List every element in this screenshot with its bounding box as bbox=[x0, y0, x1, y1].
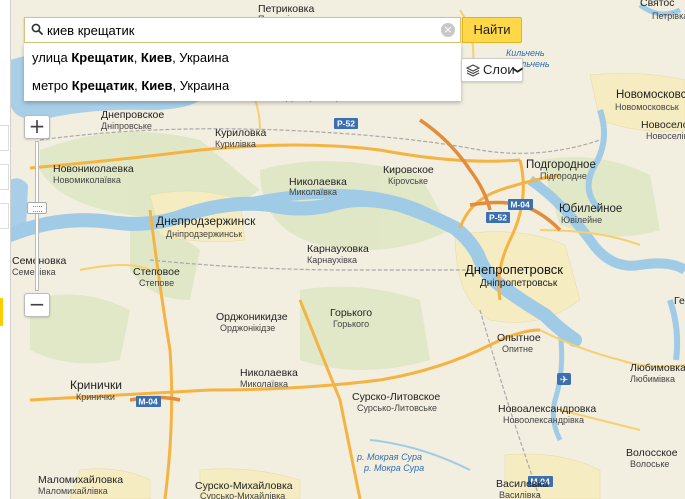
place-label: Василевка bbox=[496, 478, 548, 490]
place-label: Новоалександровка bbox=[498, 403, 596, 415]
river-label: Кильчень bbox=[506, 48, 545, 58]
city-label-uk: Дніпродзержинськ bbox=[166, 229, 242, 239]
route-shield-label: Р-52 bbox=[489, 213, 507, 223]
airplane-icon: ✈ bbox=[560, 375, 568, 386]
place-label-uk: Карнаухівка bbox=[307, 255, 357, 265]
place-label-uk: Дніпровське bbox=[101, 121, 152, 131]
place-label: Степовое bbox=[133, 266, 180, 278]
place-label-uk: Любимівка bbox=[630, 374, 675, 384]
left-panel-edge[interactable] bbox=[0, 0, 11, 499]
suggestion-suffix: , Украина bbox=[172, 50, 229, 65]
city-label: Днепродзержинск bbox=[156, 214, 256, 228]
place-label-partial: Ге bbox=[674, 295, 685, 307]
city-label-uk: Дніпропетровськ bbox=[480, 278, 558, 289]
search-icon bbox=[31, 23, 43, 35]
suggestion-prefix: метро bbox=[32, 78, 72, 93]
chevron-down-icon: ❯ bbox=[512, 65, 524, 75]
close-icon: × bbox=[443, 23, 453, 36]
place-label-uk: Василівка bbox=[499, 490, 541, 499]
place-label: Волосское bbox=[626, 447, 678, 459]
place-label: Опытное bbox=[497, 332, 541, 344]
place-label: Любимовка bbox=[630, 362, 685, 374]
place-label-uk: Волоське bbox=[630, 459, 669, 469]
place-label-uk: Маломихайлівка bbox=[38, 486, 108, 496]
suggestion-item[interactable]: метро Крещатик, Киев, Украина bbox=[32, 78, 229, 93]
river-label: р. Мокрая Сура bbox=[356, 452, 422, 462]
route-shield-label: М-04 bbox=[510, 200, 530, 210]
place-label-uk: Опитне bbox=[502, 344, 533, 354]
place-label-uk: Курилівка bbox=[215, 139, 256, 149]
city-label-uk: Новомосковськ bbox=[615, 102, 679, 112]
suggestion-item[interactable]: улица Крещатик, Киев, Украина bbox=[32, 50, 229, 65]
place-label-partial: Новоселовка bbox=[641, 119, 685, 131]
layers-button[interactable]: Слои ❯ bbox=[461, 58, 523, 82]
place-label: Маломихайловка bbox=[38, 474, 123, 486]
place-label-uk: Горького bbox=[333, 319, 369, 329]
place-label-uk: Степове bbox=[139, 278, 174, 288]
place-label: Днепровское bbox=[101, 109, 164, 121]
place-label-partial: Новоселівка bbox=[646, 131, 685, 141]
place-label-uk: Миколаївка bbox=[240, 379, 288, 389]
place-label: Горького bbox=[330, 307, 372, 319]
city-label: Днепропетровск bbox=[465, 262, 563, 277]
place-label-uk: Новомиколаївка bbox=[53, 175, 121, 185]
place-label: Сурско-Литовское bbox=[352, 391, 440, 403]
minus-icon: − bbox=[28, 292, 46, 316]
suggestion-match: Крещатик bbox=[71, 78, 135, 93]
place-label: Куриловка bbox=[215, 127, 266, 139]
place-label: Семеновка bbox=[12, 255, 67, 267]
layers-icon bbox=[466, 64, 480, 77]
city-label: Новомосковск bbox=[616, 89, 685, 101]
place-label-uk: Кринички bbox=[76, 392, 115, 402]
plus-icon: + bbox=[28, 114, 46, 138]
place-label-uk: Ювілейне bbox=[561, 215, 602, 225]
clear-search-button[interactable]: × bbox=[441, 23, 455, 37]
suggestion-sep: , bbox=[133, 50, 141, 65]
suggestion-match: Крещатик bbox=[71, 50, 134, 65]
suggestion-match: Киев bbox=[140, 50, 173, 65]
place-label: Кринички bbox=[70, 378, 122, 392]
place-label-uk: Сурсько-Литовське bbox=[357, 403, 437, 413]
zoom-in-button[interactable]: + bbox=[24, 115, 50, 139]
place-label-uk: Кірovське bbox=[388, 176, 428, 186]
zoom-slider-track[interactable] bbox=[35, 141, 39, 291]
place-label: Новониколаевка bbox=[53, 163, 134, 175]
left-panel-tab[interactable] bbox=[0, 125, 9, 151]
zoom-out-button[interactable]: − bbox=[24, 293, 50, 317]
place-label-uk: Миколаївка bbox=[289, 187, 337, 197]
zoom-slider-handle[interactable] bbox=[27, 202, 47, 214]
find-button[interactable]: Найти bbox=[462, 17, 522, 43]
place-label-uk: Сурсько-Михайлівка bbox=[200, 491, 285, 499]
place-label: Кировское bbox=[383, 164, 434, 176]
place-label-uk: Новоолександрівка bbox=[503, 415, 584, 425]
place-label-partial: Петрівка bbox=[652, 11, 685, 21]
place-label-uk: Орджонікідзе bbox=[220, 323, 275, 333]
search-box[interactable]: × bbox=[24, 17, 461, 43]
place-label: Юбилейное bbox=[559, 203, 622, 215]
place-label: Карнауховка bbox=[307, 243, 369, 255]
suggestion-suffix: , Украина bbox=[172, 78, 230, 93]
suggestion-match: Киев bbox=[141, 78, 173, 93]
place-label-partial: Святос bbox=[640, 0, 675, 9]
left-panel-tab[interactable] bbox=[0, 203, 9, 229]
river-label: р. Мокра Сура bbox=[363, 463, 424, 473]
route-shield-label: Р-52 bbox=[337, 119, 355, 129]
place-label: Орджоникидзе bbox=[216, 311, 288, 323]
left-panel-highlight bbox=[0, 298, 3, 326]
left-panel-tab[interactable] bbox=[0, 164, 9, 190]
place-label-uk: Підгородне bbox=[540, 171, 587, 181]
place-label: Николаевка bbox=[240, 367, 298, 379]
search-suggestions: улица Крещатик, Киев, Украина метро Крещ… bbox=[24, 43, 461, 101]
suggestion-prefix: улица bbox=[32, 50, 72, 65]
place-label-uk: Семенівка bbox=[12, 267, 56, 277]
route-shield-label: М-04 bbox=[138, 397, 158, 407]
place-label: Подгородное bbox=[526, 159, 596, 171]
search-input[interactable] bbox=[47, 21, 437, 39]
